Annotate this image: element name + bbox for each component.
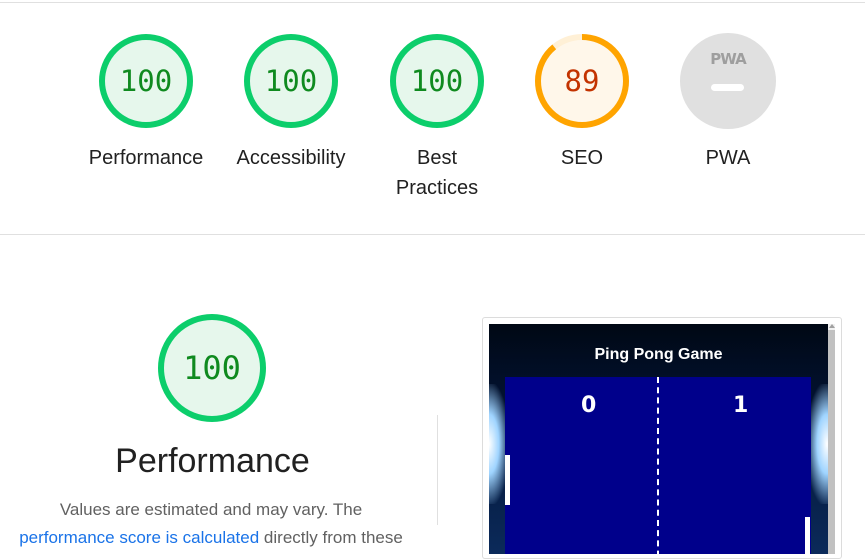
gauge-label: Best Practices bbox=[395, 147, 479, 199]
performance-score: 100 bbox=[183, 349, 241, 387]
game-court: 0 1 bbox=[505, 377, 811, 554]
gauge-label: SEO bbox=[560, 147, 604, 169]
gauge-score: 100 bbox=[264, 64, 318, 98]
gauge-ring: PWA bbox=[680, 33, 776, 129]
center-line bbox=[657, 377, 659, 554]
pwa-badge-text: PWA bbox=[710, 50, 746, 68]
gauge-seo[interactable]: 89 SEO bbox=[507, 33, 657, 173]
top-divider bbox=[0, 2, 865, 3]
gauge-ring: 89 bbox=[534, 33, 630, 129]
gauge-accessibility[interactable]: 100 Accessibility bbox=[216, 33, 366, 173]
pwa-badge-icon: PWA bbox=[680, 33, 776, 129]
performance-gauge: 100 bbox=[157, 313, 267, 423]
scroll-up-icon[interactable] bbox=[829, 324, 835, 328]
performance-description: Values are estimated and may vary. The p… bbox=[0, 496, 422, 552]
gauge-pwa[interactable]: PWA PWA bbox=[653, 33, 803, 173]
screenshot-scrollbar[interactable] bbox=[828, 324, 835, 554]
score-calculator-link[interactable]: performance score is calculated bbox=[19, 528, 259, 547]
description-text: Values are estimated and may vary. The bbox=[59, 500, 363, 519]
gauge-ring: 100 bbox=[98, 33, 194, 129]
description-text-suffix: directly from these bbox=[259, 528, 403, 547]
vertical-divider bbox=[437, 415, 438, 525]
gauge-performance[interactable]: 100 Performance bbox=[71, 33, 221, 173]
gauge-label: PWA bbox=[705, 147, 751, 169]
final-screenshot: Ping Pong Game 0 1 bbox=[489, 324, 828, 554]
score-left: 0 bbox=[581, 393, 597, 418]
gauge-score: 100 bbox=[410, 64, 464, 98]
left-paddle bbox=[505, 455, 510, 505]
gauge-score: 89 bbox=[564, 64, 600, 98]
gauge-score: 100 bbox=[119, 64, 173, 98]
score-right: 1 bbox=[733, 393, 749, 418]
scroll-thumb[interactable] bbox=[828, 330, 835, 554]
gauge-ring: 100 bbox=[389, 33, 485, 129]
gauge-label: Performance bbox=[88, 147, 204, 169]
game-title: Ping Pong Game bbox=[594, 346, 723, 363]
performance-title: Performance bbox=[115, 442, 310, 480]
gauge-label: Accessibility bbox=[236, 147, 346, 169]
gauge-ring: 100 bbox=[243, 33, 339, 129]
gauge-best-practices[interactable]: 100 Best Practices bbox=[362, 33, 512, 203]
section-divider bbox=[0, 234, 865, 235]
pwa-dash-icon bbox=[711, 84, 744, 91]
right-paddle bbox=[805, 517, 810, 554]
